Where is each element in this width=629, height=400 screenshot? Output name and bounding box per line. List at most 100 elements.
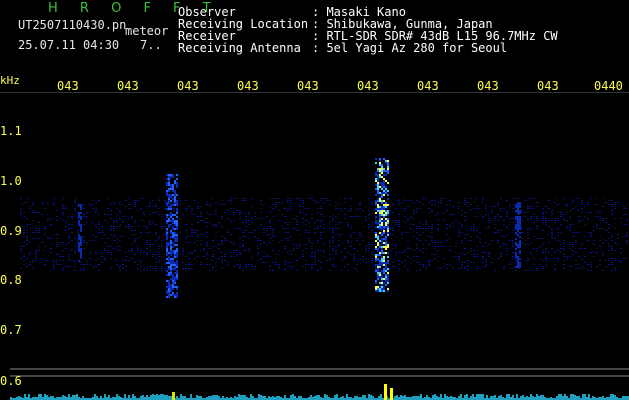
- noise-dot: [68, 250, 70, 251]
- echo-dot: [379, 160, 381, 162]
- echo-dot: [166, 292, 168, 294]
- noise-dot: [269, 238, 271, 239]
- echo-dot: [174, 180, 176, 182]
- noise-dot: [272, 270, 274, 271]
- noise-dot: [341, 270, 343, 271]
- echo-dot: [170, 212, 172, 214]
- noise-dot: [524, 216, 526, 217]
- noise-dot: [158, 236, 160, 237]
- echo-dot: [381, 252, 383, 254]
- echo-dot: [387, 244, 389, 246]
- noise-dot: [614, 268, 616, 269]
- echo-dot: [385, 192, 387, 194]
- echo-dot: [383, 270, 385, 272]
- noise-dot: [437, 246, 439, 247]
- noise-dot: [86, 260, 88, 261]
- noise-dot: [626, 240, 628, 241]
- noise-dot: [506, 226, 508, 227]
- noise-dot: [116, 250, 118, 251]
- echo-dot: [385, 266, 387, 268]
- noise-dot: [65, 222, 67, 223]
- echo-dot: [377, 288, 379, 290]
- noise-dot: [353, 248, 355, 249]
- noise-dot: [200, 240, 202, 241]
- noise-dot: [401, 252, 403, 253]
- noise-dot: [353, 258, 355, 259]
- echo-dot: [387, 262, 389, 264]
- noise-dot: [149, 220, 151, 221]
- noise-dot: [581, 212, 583, 213]
- noise-dot: [191, 254, 193, 255]
- noise-dot: [458, 232, 460, 233]
- x-tick: 0440: [594, 79, 623, 93]
- noise-dot: [119, 204, 121, 205]
- noise-dot: [47, 214, 49, 215]
- noise-dot: [26, 198, 28, 199]
- noise-dot: [476, 216, 478, 217]
- noise-dot: [584, 224, 586, 225]
- noise-dot: [317, 220, 319, 221]
- noise-dot: [428, 228, 430, 229]
- echo-dot: [385, 202, 387, 204]
- echo-dot: [166, 222, 168, 224]
- baseline-bar: [176, 396, 178, 400]
- noise-dot: [476, 250, 478, 251]
- noise-dot: [95, 266, 97, 267]
- noise-dot: [125, 260, 127, 261]
- echo-dot: [377, 184, 379, 186]
- noise-dot: [518, 198, 520, 199]
- echo-dot: [176, 256, 178, 258]
- noise-dot: [611, 214, 613, 215]
- noise-dot: [563, 264, 565, 265]
- noise-dot: [338, 204, 340, 205]
- noise-dot: [62, 242, 64, 243]
- noise-dot: [251, 266, 253, 267]
- noise-dot: [203, 256, 205, 257]
- noise-dot: [164, 256, 166, 257]
- noise-dot: [134, 204, 136, 205]
- noise-dot: [23, 260, 25, 261]
- noise-dot: [38, 228, 40, 229]
- baseline-bar: [602, 396, 604, 400]
- noise-dot: [71, 228, 73, 229]
- noise-dot: [311, 242, 313, 243]
- baseline-bar: [244, 395, 246, 400]
- baseline-bar: [572, 394, 574, 400]
- noise-dot: [335, 250, 337, 251]
- noise-dot: [269, 198, 271, 199]
- echo-dot: [375, 158, 377, 160]
- noise-dot: [611, 210, 613, 211]
- noise-dot: [410, 262, 412, 263]
- echo-dot: [168, 286, 170, 288]
- noise-dot: [143, 214, 145, 215]
- baseline-bar: [526, 396, 528, 400]
- noise-dot: [83, 270, 85, 271]
- echo-dot: [383, 158, 385, 160]
- noise-dot: [311, 246, 313, 247]
- echo-dot: [383, 278, 385, 280]
- noise-dot: [461, 224, 463, 225]
- echo-dot: [375, 174, 377, 176]
- noise-dot: [284, 264, 286, 265]
- noise-dot: [245, 200, 247, 201]
- noise-dot: [128, 208, 130, 209]
- noise-dot: [263, 242, 265, 243]
- noise-dot: [347, 252, 349, 253]
- noise-dot: [449, 226, 451, 227]
- noise-dot: [371, 262, 373, 263]
- noise-dot: [197, 240, 199, 241]
- noise-dot: [47, 218, 49, 219]
- noise-dot: [71, 216, 73, 217]
- echo-dot: [385, 220, 387, 222]
- noise-dot: [512, 268, 514, 269]
- noise-dot: [119, 224, 121, 225]
- noise-dot: [95, 260, 97, 261]
- echo-dot: [166, 214, 168, 216]
- noise-dot: [20, 208, 22, 209]
- echo-dot: [166, 234, 168, 236]
- noise-dot: [620, 222, 622, 223]
- noise-dot: [569, 228, 571, 229]
- noise-dot: [437, 224, 439, 225]
- echo-dot: [517, 230, 519, 232]
- noise-dot: [161, 266, 163, 267]
